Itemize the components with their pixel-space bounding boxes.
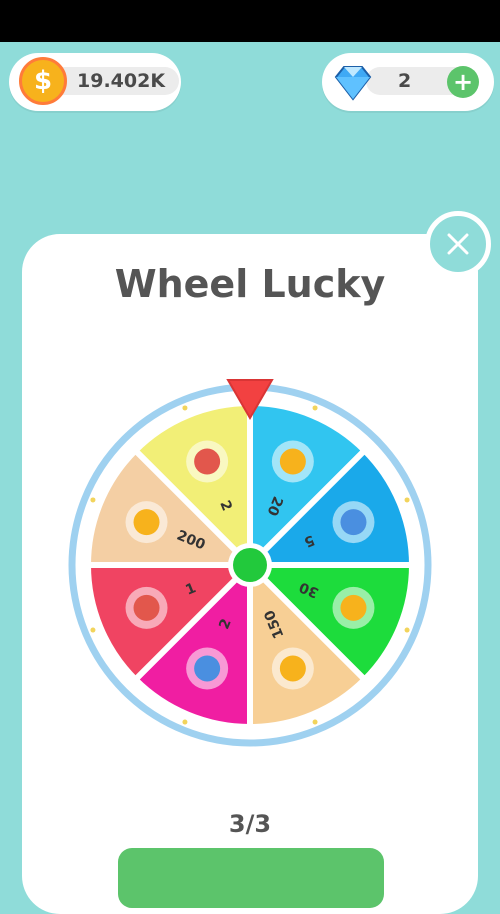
spin-button[interactable] bbox=[118, 848, 384, 908]
status-bar bbox=[0, 0, 500, 42]
diamond-icon bbox=[334, 66, 372, 101]
speed-boost-icon bbox=[271, 647, 314, 690]
lucky-wheel[interactable]: 20530150212002 bbox=[0, 370, 500, 750]
add-gems-button[interactable]: + bbox=[447, 66, 479, 98]
close-icon bbox=[447, 233, 469, 255]
rim-dot bbox=[404, 497, 410, 503]
speed-boost-icon bbox=[125, 501, 168, 544]
rim-dot bbox=[312, 405, 318, 411]
dollar-coin-icon: $ bbox=[19, 57, 67, 105]
coins-icon bbox=[332, 586, 375, 629]
rim-dot bbox=[182, 405, 188, 411]
hub bbox=[233, 548, 267, 582]
coin-symbol: $ bbox=[33, 66, 53, 96]
gem-balance: 2 + bbox=[322, 53, 494, 111]
coin-value: 19.402K bbox=[77, 70, 166, 92]
chest-icon bbox=[125, 586, 168, 629]
rim-dot bbox=[90, 497, 96, 503]
page-title: Wheel Lucky bbox=[114, 262, 386, 306]
coin-balance: $ 19.402K bbox=[9, 53, 181, 111]
gems-icon bbox=[332, 501, 375, 544]
rim-dot bbox=[404, 627, 410, 633]
spins-remaining: 3/3 bbox=[228, 810, 272, 838]
chest-icon bbox=[186, 440, 229, 483]
gem-icon bbox=[186, 647, 229, 690]
rim-dot bbox=[312, 719, 318, 725]
gem-value: 2 bbox=[398, 70, 412, 92]
rim-dot bbox=[90, 627, 96, 633]
rim-dot bbox=[182, 719, 188, 725]
coins-icon bbox=[271, 440, 314, 483]
